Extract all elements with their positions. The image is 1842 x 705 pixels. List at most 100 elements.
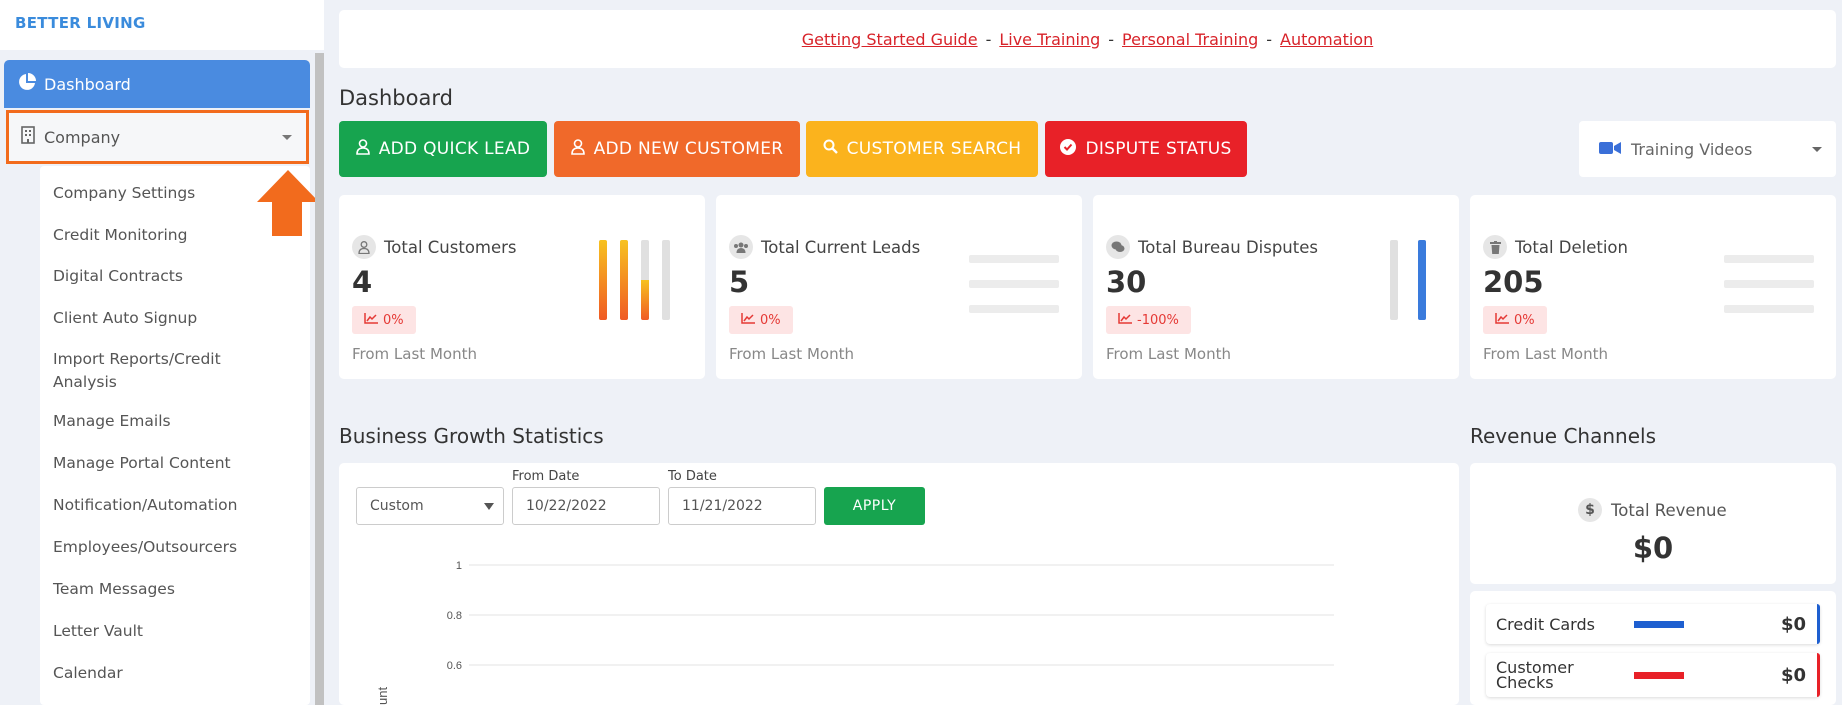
brand-logo[interactable]: BETTER LIVING [0, 0, 324, 50]
stat-change: -100% [1137, 312, 1179, 328]
stat-footnote: From Last Month [1483, 345, 1608, 363]
button-label: ADD NEW CUSTOMER [593, 139, 784, 159]
stat-footnote: From Last Month [352, 345, 477, 363]
trend-chart-icon [1118, 312, 1132, 328]
to-date-label: To Date [668, 469, 717, 484]
from-date-value: 10/22/2022 [526, 498, 607, 514]
placeholder-lines [1724, 255, 1814, 330]
live-training-link[interactable]: Live Training [999, 30, 1100, 49]
mini-bar [641, 240, 649, 320]
channel-amount: $0 [1780, 665, 1806, 686]
page-title: Dashboard [339, 86, 453, 110]
user-icon [570, 138, 585, 160]
stat-value: 4 [352, 265, 373, 299]
dollar-icon: $ [1578, 498, 1602, 522]
submenu-item-manage-portal-content[interactable]: Manage Portal Content [53, 452, 293, 475]
video-camera-icon [1599, 140, 1621, 159]
to-date-value: 11/21/2022 [682, 498, 763, 514]
from-date-label: From Date [512, 469, 580, 484]
mini-bar [599, 240, 607, 320]
total-revenue-card: $ Total Revenue $0 [1470, 463, 1836, 584]
submenu-item-manage-emails[interactable]: Manage Emails [53, 410, 293, 433]
submenu-item-import-reports[interactable]: Import Reports/Credit Analysis [53, 348, 253, 394]
dispute-status-button[interactable]: DISPUTE STATUS [1045, 121, 1247, 177]
y-tick-label: 0.8 [447, 610, 462, 622]
user-icon [355, 138, 370, 160]
add-new-customer-button[interactable]: ADD NEW CUSTOMER [554, 121, 800, 177]
to-date-field[interactable]: 11/21/2022 [668, 487, 816, 525]
stat-change-badge: 0% [729, 306, 793, 334]
revenue-channel-credit-cards: Credit Cards $0 [1486, 604, 1820, 644]
select-value: Custom [370, 498, 424, 514]
from-date-field[interactable]: 10/22/2022 [512, 487, 660, 525]
stat-change: 0% [1514, 312, 1535, 328]
revenue-channels-list: Credit Cards $0 Customer Checks $0 [1470, 591, 1836, 705]
sidebar-scrollbar[interactable] [315, 53, 324, 705]
apply-button[interactable]: APPLY [824, 487, 925, 525]
channel-color-bar [1634, 672, 1684, 679]
users-icon [729, 235, 753, 259]
add-quick-lead-button[interactable]: ADD QUICK LEAD [339, 121, 547, 177]
automation-link[interactable]: Automation [1280, 30, 1373, 49]
banner-separator: - [985, 29, 992, 49]
total-deletion-card: Total Deletion 205 0% From Last Month [1470, 195, 1836, 379]
submenu-item-letter-vault[interactable]: Letter Vault [53, 620, 293, 643]
channel-edge [1817, 653, 1820, 697]
stat-value: 205 [1483, 265, 1544, 299]
trend-chart-icon [364, 312, 378, 328]
chevron-down-icon [282, 135, 292, 140]
submenu-item-client-auto-signup[interactable]: Client Auto Signup [53, 307, 293, 330]
stat-change: 0% [760, 312, 781, 328]
date-range-select[interactable]: Custom [356, 487, 504, 525]
stat-change-badge: -100% [1106, 306, 1191, 334]
business-growth-panel: Custom From Date 10/22/2022 To Date 11/2… [339, 463, 1459, 705]
chevron-down-icon [1812, 147, 1822, 152]
channel-edge [1817, 604, 1820, 644]
revenue-channels-title: Revenue Channels [1470, 424, 1656, 448]
banner-separator: - [1108, 29, 1115, 49]
total-revenue-label: Total Revenue [1611, 500, 1727, 520]
search-icon [823, 139, 838, 159]
top-banner: Getting Started Guide - Live Training - … [339, 10, 1836, 68]
placeholder-lines [969, 255, 1059, 330]
business-growth-title: Business Growth Statistics [339, 424, 604, 448]
company-submenu: Company Settings Credit Monitoring Digit… [40, 166, 310, 705]
disputes-mini-chart [1390, 240, 1426, 320]
pie-chart-icon [18, 73, 36, 95]
trend-chart-icon [1495, 312, 1509, 328]
sidebar-item-company[interactable]: Company [6, 110, 309, 164]
total-revenue-value: $0 [1632, 531, 1674, 565]
sidebar-item-dashboard[interactable]: Dashboard [4, 60, 310, 108]
sidebar-item-label: Dashboard [44, 74, 131, 94]
stat-value: 30 [1106, 265, 1147, 299]
mini-bar-fill [620, 240, 628, 320]
training-videos-label: Training Videos [1631, 139, 1753, 159]
mini-bar-fill [641, 280, 649, 320]
mini-bar [1418, 240, 1426, 320]
up-arrow-annotation-icon [257, 170, 319, 240]
submenu-item-team-messages[interactable]: Team Messages [53, 578, 293, 601]
trash-icon [1483, 235, 1507, 259]
check-circle-icon [1060, 138, 1077, 160]
stat-change-badge: 0% [352, 306, 416, 334]
submenu-item-calendar[interactable]: Calendar [53, 662, 293, 685]
personal-training-link[interactable]: Personal Training [1122, 30, 1258, 49]
stat-footnote: From Last Month [1106, 345, 1231, 363]
comments-icon [1106, 235, 1130, 259]
y-tick-label: 1 [456, 560, 462, 572]
submenu-item-employees-outsourcers[interactable]: Employees/Outsourcers [53, 536, 293, 559]
customer-search-button[interactable]: CUSTOMER SEARCH [806, 121, 1038, 177]
button-label: DISPUTE STATUS [1085, 139, 1232, 159]
y-axis-label: unt [375, 687, 390, 705]
getting-started-link[interactable]: Getting Started Guide [802, 30, 978, 49]
submenu-item-notification-automation[interactable]: Notification/Automation [53, 494, 293, 517]
submenu-item-digital-contracts[interactable]: Digital Contracts [53, 265, 293, 288]
stat-footnote: From Last Month [729, 345, 854, 363]
channel-name: Customer Checks [1496, 658, 1574, 692]
mini-bar [1390, 240, 1398, 320]
growth-chart: 1 0.8 0.6 unt [375, 560, 1334, 705]
channel-color-bar [1634, 621, 1684, 628]
revenue-channel-customer-checks: Customer Checks $0 [1486, 653, 1820, 697]
trend-chart-icon [741, 312, 755, 328]
training-videos-dropdown[interactable]: Training Videos [1579, 121, 1836, 177]
